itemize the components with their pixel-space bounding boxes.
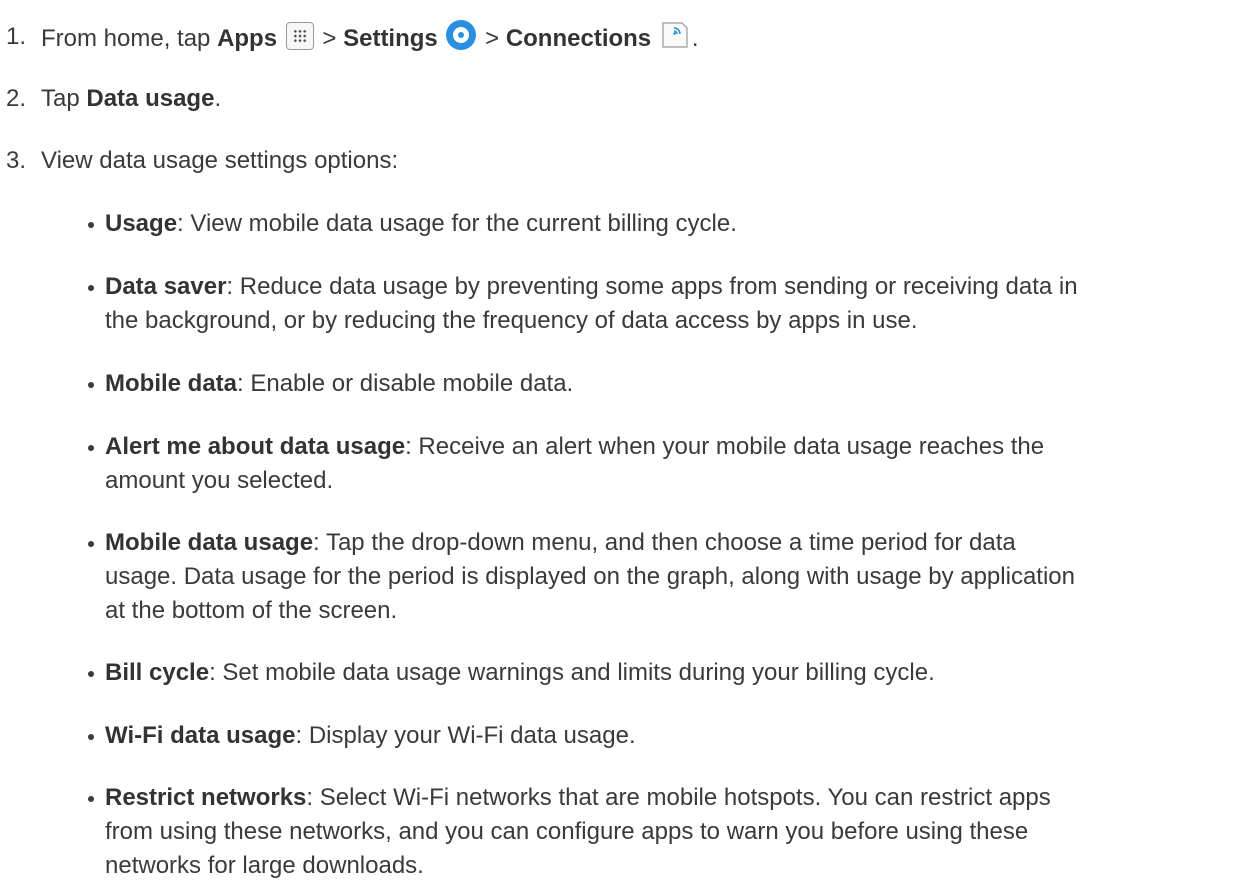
bullet-icon [88,671,94,677]
bullet-icon [88,285,94,291]
bullet-icon [88,222,94,228]
step-text: View data usage settings options: [41,147,399,174]
bullet-icon [88,734,94,740]
option-term: Mobile data [105,370,238,397]
settings-gear-icon [446,20,477,50]
option-term: Bill cycle [105,659,210,686]
step-text: Tap Data usage. [41,85,222,112]
step-number: 3. [6,147,27,174]
data-usage-label: Data usage [86,85,215,112]
help-page: 1. From home, tap Apps > Settings > Conn… [0,0,1253,896]
bullet-icon [88,445,94,451]
step-number: 2. [6,85,27,112]
bullet-icon [88,382,94,388]
connections-icon [660,20,690,50]
connections-label: Connections [505,25,652,52]
option-term: Restrict networks [105,784,307,811]
step-text: From home, tap Apps > Settings > Connect… [41,20,699,56]
option-term: Mobile data usage [105,529,314,556]
option-term: Data saver [105,273,227,300]
option-term: Alert me about data usage [105,433,406,460]
bullet-icon [88,541,94,547]
step-number: 1. [6,23,27,50]
option-term: Usage [105,210,178,237]
apps-label: Apps [217,25,278,52]
bullet-icon [88,796,94,802]
option-term: Wi-Fi data usage [105,722,296,749]
apps-grid-icon [285,22,314,50]
settings-label: Settings [343,25,438,52]
